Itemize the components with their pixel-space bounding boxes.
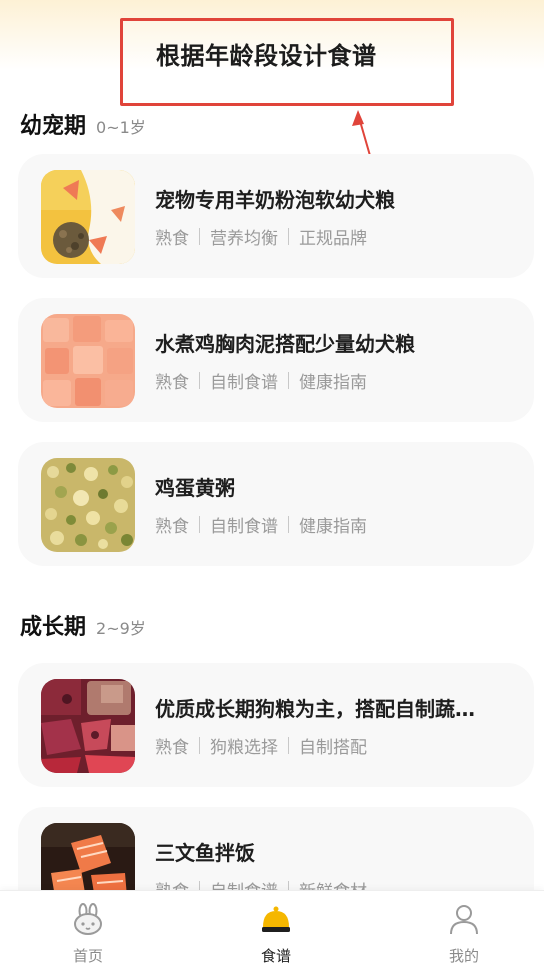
- tab-home[interactable]: 首页: [28, 891, 148, 970]
- recipe-tags: 熟食 自制食谱 健康指南: [155, 512, 367, 537]
- tab-label: 首页: [72, 947, 103, 965]
- recipe-title: 优质成长期狗粮为主，搭配自制蔬…: [155, 697, 475, 721]
- section-age-range: 0~1岁: [96, 118, 146, 137]
- tag-divider: [199, 372, 200, 389]
- recipe-tag: 健康指南: [299, 517, 367, 537]
- recipe-title: 水煮鸡胸肉泥搭配少量幼犬粮: [155, 332, 415, 356]
- recipe-card[interactable]: 宠物专用羊奶粉泡软幼犬粮 熟食 营养均衡 正规品牌: [18, 154, 534, 278]
- recipe-tag: 熟食: [155, 373, 189, 393]
- tab-profile[interactable]: 我的: [404, 891, 524, 970]
- chef-hat-icon: [262, 906, 290, 932]
- recipe-tags: 熟食 狗粮选择 自制搭配: [155, 733, 367, 758]
- rabbit-face-icon: [74, 903, 102, 935]
- recipe-title: 三文鱼拌饭: [155, 841, 255, 865]
- tag-divider: [199, 516, 200, 533]
- section-title: 成长期: [20, 615, 87, 640]
- recipe-card[interactable]: 优质成长期狗粮为主，搭配自制蔬… 熟食 狗粮选择 自制搭配: [18, 663, 534, 787]
- recipe-card[interactable]: 鸡蛋黄粥 熟食 自制食谱 健康指南: [18, 442, 534, 566]
- recipe-tag: 自制食谱: [210, 373, 278, 393]
- recipe-tag: 熟食: [155, 738, 189, 758]
- tag-divider: [199, 228, 200, 245]
- recipe-tag: 熟食: [155, 517, 189, 537]
- recipe-tag: 正规品牌: [299, 229, 367, 249]
- user-icon: [450, 905, 478, 935]
- tag-divider: [199, 737, 200, 754]
- annotation-text: 根据年龄段设计食谱: [156, 42, 377, 70]
- recipe-tag: 自制食谱: [210, 517, 278, 537]
- recipe-tags: 熟食 自制食谱 健康指南: [155, 368, 367, 393]
- meat-vegetable-photo: [41, 679, 135, 773]
- recipe-tag: 狗粮选择: [210, 738, 278, 758]
- tag-divider: [288, 228, 289, 245]
- tab-recipes[interactable]: 食谱: [216, 891, 336, 970]
- recipe-tag: 营养均衡: [210, 229, 278, 249]
- section-header-growth: 成长期 2~9岁: [20, 609, 146, 641]
- section-title: 幼宠期: [20, 114, 87, 139]
- tag-divider: [288, 516, 289, 533]
- recipe-tags: 熟食 营养均衡 正规品牌: [155, 224, 367, 249]
- milk-kibble-photo: [41, 170, 135, 264]
- egg-yolk-porridge-photo: [41, 458, 135, 552]
- tab-label: 我的: [448, 947, 479, 965]
- tag-divider: [288, 372, 289, 389]
- recipe-title: 宠物专用羊奶粉泡软幼犬粮: [155, 188, 395, 212]
- section-header-puppy: 幼宠期 0~1岁: [20, 108, 146, 140]
- recipe-title: 鸡蛋黄粥: [155, 476, 235, 500]
- section-age-range: 2~9岁: [96, 619, 146, 638]
- bottom-tab-bar: 首页 食谱 我的: [0, 890, 544, 970]
- recipe-tag: 熟食: [155, 229, 189, 249]
- tag-divider: [288, 737, 289, 754]
- recipe-tag: 健康指南: [299, 373, 367, 393]
- recipe-tag: 自制搭配: [299, 738, 367, 758]
- tab-label: 食谱: [260, 947, 291, 965]
- recipe-card[interactable]: 水煮鸡胸肉泥搭配少量幼犬粮 熟食 自制食谱 健康指南: [18, 298, 534, 422]
- chicken-breast-photo: [41, 314, 135, 408]
